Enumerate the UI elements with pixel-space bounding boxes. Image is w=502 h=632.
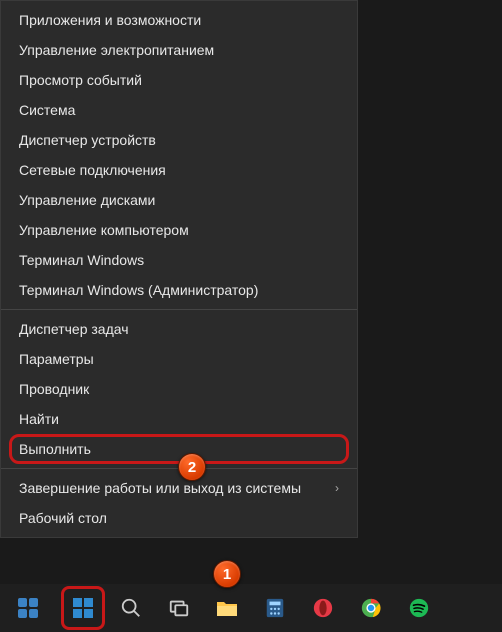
- menu-item[interactable]: Управление компьютером: [1, 215, 357, 245]
- file-explorer-button[interactable]: [207, 588, 247, 628]
- menu-item[interactable]: Управление дисками: [1, 185, 357, 215]
- menu-item-label: Параметры: [19, 351, 94, 367]
- menu-item-label: Терминал Windows (Администратор): [19, 282, 258, 298]
- menu-separator: [1, 309, 357, 310]
- menu-item[interactable]: Управление электропитанием: [1, 35, 357, 65]
- menu-item[interactable]: Терминал Windows: [1, 245, 357, 275]
- menu-item[interactable]: Диспетчер задач: [1, 314, 357, 344]
- start-button[interactable]: [63, 588, 103, 628]
- menu-item-label: Просмотр событий: [19, 72, 142, 88]
- menu-item-label: Завершение работы или выход из системы: [19, 480, 301, 496]
- spotify-button[interactable]: [399, 588, 439, 628]
- menu-item-label: Рабочий стол: [19, 510, 107, 526]
- taskbar: [0, 584, 502, 632]
- menu-item[interactable]: Проводник: [1, 374, 357, 404]
- menu-item[interactable]: Диспетчер устройств: [1, 125, 357, 155]
- menu-item-label: Диспетчер задач: [19, 321, 129, 337]
- menu-item-label: Сетевые подключения: [19, 162, 166, 178]
- menu-item[interactable]: Найти: [1, 404, 357, 434]
- opera-button[interactable]: [303, 588, 343, 628]
- winx-context-menu: Приложения и возможности Управление элект…: [0, 0, 358, 538]
- menu-item[interactable]: Просмотр событий: [1, 65, 357, 95]
- menu-item[interactable]: Терминал Windows (Администратор): [1, 275, 357, 305]
- chevron-right-icon: ›: [335, 481, 339, 495]
- menu-item-label: Управление электропитанием: [19, 42, 214, 58]
- menu-separator: [1, 468, 357, 469]
- chrome-button[interactable]: [351, 588, 391, 628]
- menu-item[interactable]: Система: [1, 95, 357, 125]
- menu-item-label: Приложения и возможности: [19, 12, 201, 28]
- menu-item-label: Найти: [19, 411, 59, 427]
- menu-item[interactable]: Завершение работы или выход из системы ›: [1, 473, 357, 503]
- menu-item-label: Диспетчер устройств: [19, 132, 156, 148]
- menu-item[interactable]: Приложения и возможности: [1, 5, 357, 35]
- menu-item-label: Управление компьютером: [19, 222, 189, 238]
- menu-item[interactable]: Рабочий стол: [1, 503, 357, 533]
- menu-item-label: Терминал Windows: [19, 252, 144, 268]
- menu-item[interactable]: Выполнить: [1, 434, 357, 464]
- calculator-button[interactable]: [255, 588, 295, 628]
- menu-item-label: Выполнить: [19, 441, 91, 457]
- task-view-button[interactable]: [159, 588, 199, 628]
- menu-item[interactable]: Сетевые подключения: [1, 155, 357, 185]
- menu-item-label: Проводник: [19, 381, 89, 397]
- menu-item[interactable]: Параметры: [1, 344, 357, 374]
- search-button[interactable]: [111, 588, 151, 628]
- menu-item-label: Управление дисками: [19, 192, 155, 208]
- menu-item-label: Система: [19, 102, 75, 118]
- widgets-button[interactable]: [8, 588, 48, 628]
